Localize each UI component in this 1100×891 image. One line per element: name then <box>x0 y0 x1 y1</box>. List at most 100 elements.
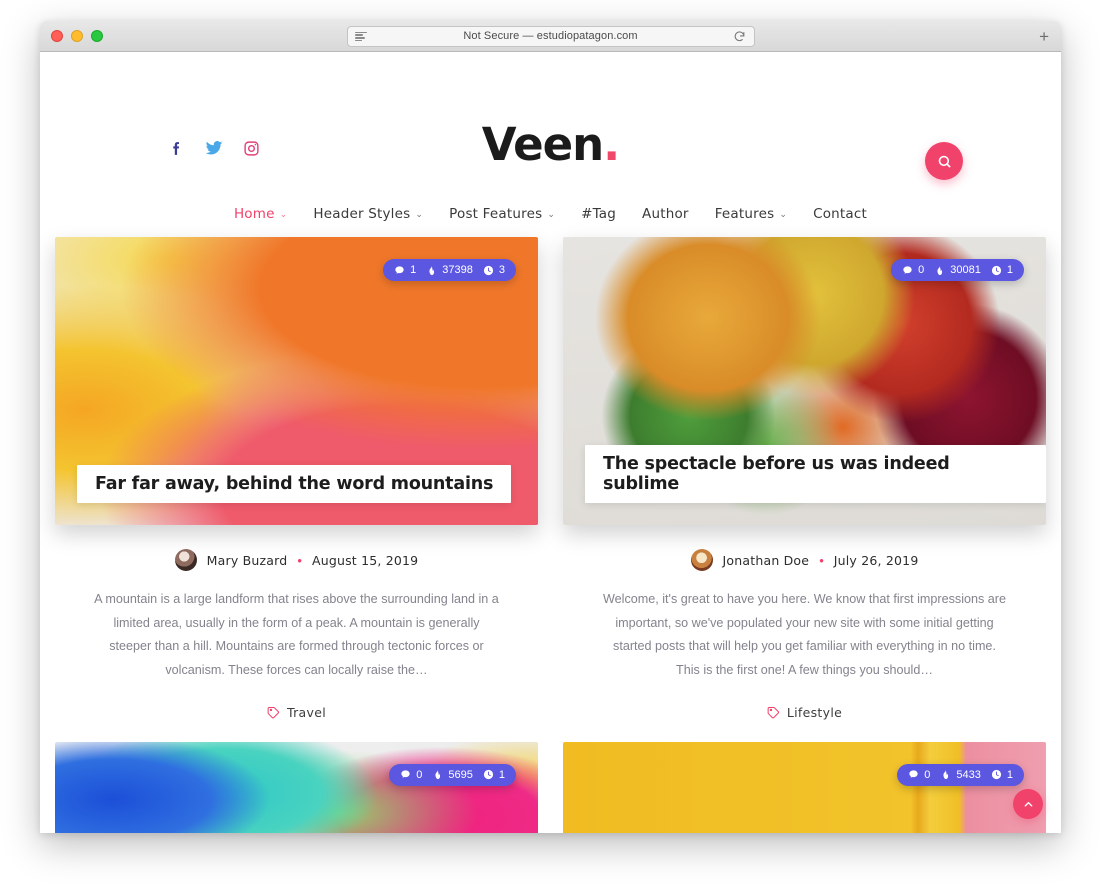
tag-icon <box>267 706 280 719</box>
nav-label: Header Styles <box>313 206 411 222</box>
nav-item-post-features[interactable]: Post Features ⌄ <box>436 206 568 222</box>
post-thumbnail[interactable]: 1 37398 3 Far far away, behind the word … <box>55 237 538 525</box>
stat-views: 30081 <box>934 264 981 276</box>
nav-label: Post Features <box>449 206 543 222</box>
post-meta: Jonathan Doe • July 26, 2019 <box>563 549 1046 571</box>
meta-separator: • <box>819 552 824 568</box>
post-category[interactable]: Travel <box>55 705 538 720</box>
site-header: Veen. <box>40 52 1061 191</box>
stat-value: 1 <box>498 768 505 781</box>
nav-item-header-styles[interactable]: Header Styles ⌄ <box>300 206 436 222</box>
stat-value: 5433 <box>956 768 981 781</box>
nav-item-contact[interactable]: Contact <box>800 206 880 222</box>
search-icon <box>938 155 951 168</box>
post-title[interactable]: The spectacle before us was indeed subli… <box>585 445 1046 503</box>
post-thumbnail[interactable]: 0 30081 1 The spectacle before us was in… <box>563 237 1046 525</box>
page-viewport: Veen. Home ⌄ Header Styles ⌄ Post Featur… <box>40 52 1061 833</box>
avatar <box>690 549 713 571</box>
post-category[interactable]: Lifestyle <box>563 705 1046 720</box>
stat-value: 0 <box>416 768 423 781</box>
tag-icon <box>767 706 779 719</box>
post-excerpt: A mountain is a large landform that rise… <box>94 592 499 678</box>
chevron-up-icon <box>1024 801 1032 807</box>
post-thumbnail[interactable]: 0 5695 1 <box>55 741 538 833</box>
close-window-button[interactable] <box>51 30 63 42</box>
nav-label: Features <box>714 206 775 222</box>
zoom-window-button[interactable] <box>91 30 103 42</box>
scroll-to-top-button[interactable] <box>1013 789 1043 819</box>
browser-titlebar: Not Secure — estudiopatagon.com + <box>40 21 1061 52</box>
stat-comments: 0 <box>400 769 422 781</box>
new-tab-button[interactable]: + <box>1039 28 1049 45</box>
post-thumbnail[interactable]: 0 5433 1 <box>563 741 1046 833</box>
post-card: 0 5695 1 <box>55 741 538 833</box>
stat-views: 5433 <box>940 768 981 781</box>
stat-comments: 1 <box>394 264 416 276</box>
minimize-window-button[interactable] <box>71 30 83 42</box>
post-date: August 15, 2019 <box>311 552 419 568</box>
stat-value: 3 <box>498 264 505 276</box>
nav-label: Contact <box>813 206 868 222</box>
post-excerpt: Welcome, it's great to have you here. We… <box>602 592 1006 678</box>
post-author[interactable]: Mary Buzard <box>207 553 288 568</box>
nav-item-tag[interactable]: #Tag <box>568 206 629 222</box>
avatar <box>174 549 197 571</box>
stat-views: 37398 <box>426 264 473 276</box>
stat-value: 5695 <box>448 768 473 781</box>
stat-comments: 0 <box>908 769 930 781</box>
post-title[interactable]: Far far away, behind the word mountains <box>77 465 512 503</box>
post-date: July 26, 2019 <box>833 552 919 568</box>
stat-read-time: 1 <box>483 769 505 781</box>
category-label: Lifestyle <box>786 704 843 720</box>
stat-value: 0 <box>918 264 925 276</box>
reload-icon[interactable] <box>733 30 746 43</box>
address-bar[interactable]: Not Secure — estudiopatagon.com <box>346 25 755 47</box>
post-stats-badge: 0 30081 1 <box>891 259 1024 281</box>
chevron-down-icon: ⌄ <box>415 210 424 220</box>
post-card: 0 30081 1 The spectacle before us was in… <box>563 237 1046 742</box>
main-navigation: Home ⌄ Header Styles ⌄ Post Features ⌄ #… <box>40 191 1061 237</box>
search-button[interactable] <box>925 142 963 180</box>
nav-item-home[interactable]: Home ⌄ <box>221 206 300 222</box>
clock-icon <box>991 265 1001 275</box>
post-meta: Mary Buzard • August 15, 2019 <box>55 549 538 571</box>
stat-comments: 0 <box>902 264 924 276</box>
clock-icon <box>991 770 1001 780</box>
nav-label: #Tag <box>581 206 617 222</box>
post-stats-badge: 0 5695 1 <box>389 763 516 786</box>
window-traffic-lights <box>51 30 103 42</box>
stat-value: 1 <box>410 264 417 276</box>
site-logo-dot: . <box>603 118 620 171</box>
address-bar-text: Not Secure — estudiopatagon.com <box>463 30 638 42</box>
fire-icon <box>943 770 949 780</box>
post-author[interactable]: Jonathan Doe <box>723 553 810 568</box>
nav-item-features[interactable]: Features ⌄ <box>702 206 800 222</box>
post-card: 0 5433 1 <box>563 741 1046 833</box>
site-logo[interactable]: Veen. <box>40 122 1061 167</box>
stat-read-time: 1 <box>991 769 1013 781</box>
stat-value: 1 <box>1006 264 1013 276</box>
chevron-down-icon: ⌄ <box>779 210 788 220</box>
comment-icon <box>401 770 410 778</box>
reader-view-icon[interactable] <box>354 31 367 42</box>
site-logo-text: Veen <box>481 118 604 171</box>
post-image-paint-strokes <box>55 741 538 833</box>
meta-separator: • <box>297 552 302 568</box>
post-card: 1 37398 3 Far far away, behind the word … <box>55 237 538 742</box>
nav-label: Author <box>642 206 689 222</box>
comment-icon <box>395 265 404 274</box>
stat-value: 0 <box>924 768 931 781</box>
stat-value: 30081 <box>950 264 981 276</box>
chevron-down-icon: ⌄ <box>279 210 288 220</box>
stat-views: 5695 <box>432 768 473 781</box>
stat-read-time: 1 <box>991 264 1013 276</box>
nav-label: Home <box>233 206 275 222</box>
nav-item-author[interactable]: Author <box>629 206 702 222</box>
clock-icon <box>483 265 493 275</box>
post-grid: 1 37398 3 Far far away, behind the word … <box>40 237 1061 833</box>
fire-icon <box>429 265 435 275</box>
stat-value: 1 <box>1006 768 1013 781</box>
post-image-yellow-wall <box>563 741 1046 833</box>
fire-icon <box>435 770 441 780</box>
post-stats-badge: 0 5433 1 <box>897 763 1024 786</box>
